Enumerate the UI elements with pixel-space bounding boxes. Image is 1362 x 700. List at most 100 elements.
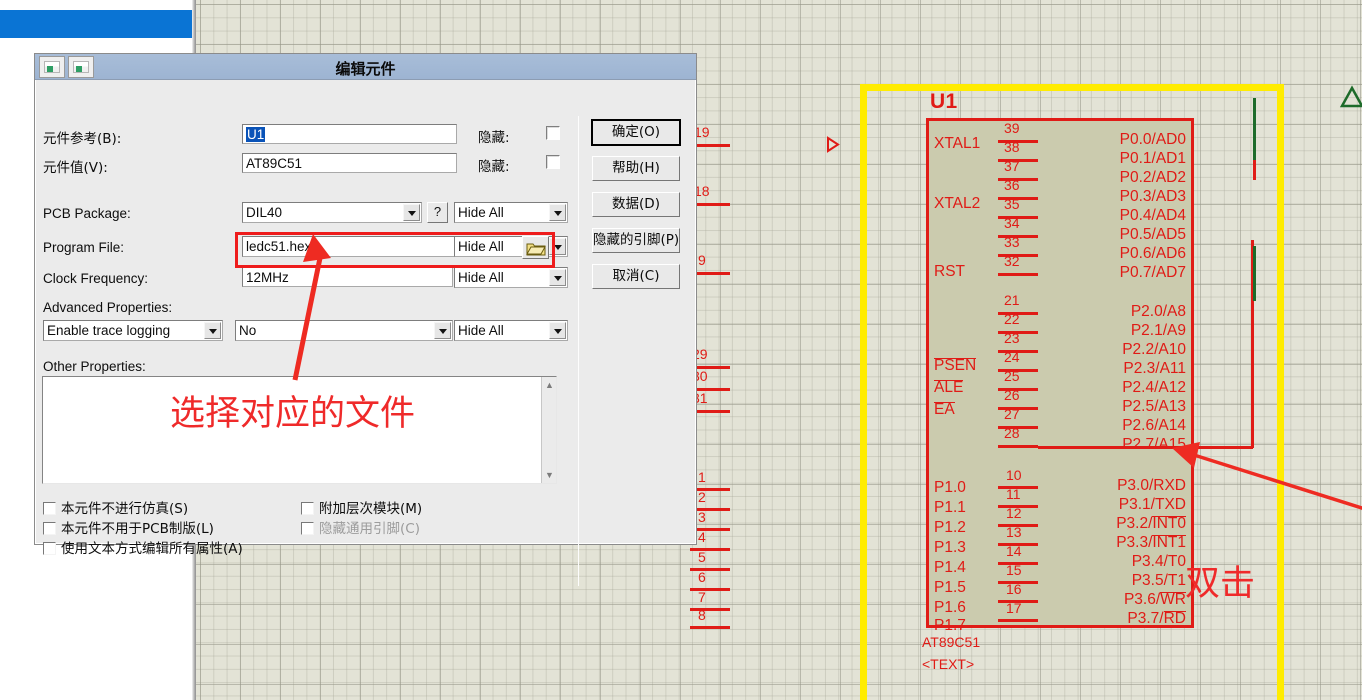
checkbox-attach-hierarchy[interactable]: [301, 502, 314, 515]
wr-overline: WR: [1160, 591, 1186, 608]
pin-number-39: 39: [1004, 120, 1020, 136]
pin-number-10: 10: [1006, 467, 1022, 483]
pin-number-15: 15: [1006, 562, 1022, 578]
other-properties-value: [43, 377, 556, 383]
pin-lead-7: [690, 608, 730, 611]
wire-resistor-top[interactable]: [1253, 160, 1256, 180]
pin-label-p04: P0.4/AD4: [1119, 207, 1186, 224]
p33-prefix: P3.3/: [1116, 534, 1153, 551]
combo-advanced-value[interactable]: No: [235, 320, 453, 341]
pin-number-28: 28: [1004, 425, 1020, 441]
dialog-body: 元件参考(B): U1 隐藏: 元件值(V): AT89C51 隐藏: PCB …: [35, 80, 696, 586]
pin-label-psen: PSEN: [934, 357, 977, 374]
pin-lead-28: [998, 445, 1038, 448]
rd-overline: RD: [1163, 610, 1186, 627]
pin-label-p00: P0.0/AD0: [1119, 131, 1186, 148]
pin-number-5: 5: [698, 549, 706, 565]
hidden-pins-button[interactable]: 隐藏的引脚(P): [592, 228, 680, 253]
pin-label-p26: P2.6/A14: [1122, 417, 1186, 434]
label-no-simulate: 本元件不进行仿真(S): [61, 501, 189, 517]
left-panel-selected-item[interactable]: [0, 10, 192, 38]
checkbox-no-pcb[interactable]: [43, 522, 56, 535]
chevron-down-icon-advanced-value[interactable]: [434, 322, 451, 339]
label-component-reference: 元件参考(B):: [43, 131, 122, 147]
ic-symbol-at89c51[interactable]: XTAL1 XTAL2 RST PSEN ALE EA P1.0 P1.1 P1…: [926, 118, 1194, 633]
wire-resistor-to-led[interactable]: [1253, 246, 1256, 301]
label-no-pcb: 本元件不用于PCB制版(L): [61, 521, 214, 537]
pin-number-21: 21: [1004, 292, 1020, 308]
pin-number-13: 13: [1006, 524, 1022, 540]
pin-label-p24: P2.4/A12: [1122, 379, 1186, 396]
input-component-value[interactable]: AT89C51: [242, 153, 457, 173]
pin-number-24: 24: [1004, 349, 1020, 365]
scroll-down-icon[interactable]: ▼: [545, 470, 554, 480]
checkbox-hide-reference[interactable]: [546, 126, 560, 140]
pin-lead-4: [690, 548, 730, 551]
pin-number-37: 37: [1004, 158, 1020, 174]
int1-overline: INT1: [1152, 534, 1186, 551]
label-hide-reference: 隐藏:: [478, 130, 510, 146]
combo-pcb-package[interactable]: DIL40: [242, 202, 422, 223]
chevron-down-icon-vis-pcb[interactable]: [549, 204, 566, 221]
pin-label-p16: P1.6: [934, 599, 966, 616]
checkbox-edit-as-text[interactable]: [43, 542, 56, 555]
pin-label-p36: P3.6/WR: [1124, 592, 1186, 607]
checkbox-hide-value[interactable]: [546, 155, 560, 169]
pin-label-p07: P0.7/AD7: [1119, 264, 1186, 281]
pin-number-2: 2: [698, 489, 706, 505]
other-properties-scrollbar[interactable]: ▲ ▼: [541, 377, 556, 483]
psen-overline: PSEN: [934, 357, 977, 374]
pin-label-p22: P2.2/A10: [1122, 341, 1186, 358]
visibility-advanced-value: Hide All: [458, 323, 504, 338]
pin-number-38: 38: [1004, 139, 1020, 155]
label-clock-frequency: Clock Frequency:: [43, 271, 149, 286]
chevron-down-icon-pcb[interactable]: [403, 204, 420, 221]
checkbox-no-simulate[interactable]: [43, 502, 56, 515]
pin-number-34: 34: [1004, 215, 1020, 231]
ale-overline: ALE: [934, 379, 964, 396]
checkbox-row-edit-as-text[interactable]: 使用文本方式编辑所有属性(A): [43, 537, 243, 557]
chevron-down-icon-advanced[interactable]: [204, 322, 221, 339]
pin-number-33: 33: [1004, 234, 1020, 250]
chevron-down-icon-vis-advanced[interactable]: [549, 322, 566, 339]
p32-prefix: P3.2/: [1116, 515, 1153, 532]
p37-prefix: P3.7/: [1127, 610, 1164, 627]
pin-number-17: 17: [1006, 600, 1022, 616]
label-other-properties: Other Properties:: [43, 359, 146, 374]
dialog-titlebar[interactable]: 编辑元件: [35, 54, 696, 80]
pin-number-11: 11: [1006, 486, 1021, 502]
scroll-up-icon[interactable]: ▲: [545, 380, 554, 390]
wire-p27-horizontal[interactable]: [1038, 446, 1253, 449]
pin-label-p35: P3.5/T1: [1131, 572, 1186, 589]
ok-button[interactable]: 确定(O): [591, 119, 681, 146]
combo-visibility-pcb[interactable]: Hide All: [454, 202, 568, 223]
pin-number-23: 23: [1004, 330, 1020, 346]
edit-component-dialog[interactable]: 编辑元件 元件参考(B): U1 隐藏: 元件值(V): AT89C51 隐藏:…: [34, 53, 697, 586]
help-question-button[interactable]: ?: [427, 202, 448, 223]
pin-label-p21: P2.1/A9: [1130, 322, 1186, 339]
data-button[interactable]: 数据(D): [592, 192, 680, 217]
advanced-value-value: No: [239, 323, 257, 338]
pin-label-p27: P2.7/A15: [1122, 436, 1186, 453]
pin-number-7: 7: [698, 589, 706, 605]
input-clock-frequency[interactable]: 12MHz: [242, 267, 453, 287]
checkbox-row-no-pcb[interactable]: 本元件不用于PCB制版(L): [43, 517, 214, 537]
combo-visibility-clock[interactable]: Hide All: [454, 267, 568, 288]
pin-number-3: 3: [698, 509, 706, 525]
pin-label-p02: P0.2/AD2: [1119, 169, 1186, 186]
pin-label-p14: P1.4: [934, 559, 966, 576]
help-button[interactable]: 帮助(H): [592, 156, 680, 181]
combo-visibility-advanced[interactable]: Hide All: [454, 320, 568, 341]
checkbox-row-no-simulate[interactable]: 本元件不进行仿真(S): [43, 497, 188, 517]
checkbox-row-attach-hierarchy[interactable]: 附加层次模块(M): [301, 497, 422, 517]
cancel-button[interactable]: 取消(C): [592, 264, 680, 289]
pin-label-p17: P1.7: [934, 617, 966, 634]
pin-label-p05: P0.5/AD5: [1119, 226, 1186, 243]
power-terminal-icon: [1339, 85, 1362, 108]
label-component-value: 元件值(V):: [43, 160, 108, 176]
chevron-down-icon-vis-clock[interactable]: [549, 269, 566, 286]
combo-advanced-name[interactable]: Enable trace logging: [43, 320, 223, 341]
pin-label-p10: P1.0: [934, 479, 966, 496]
visibility-clock-value: Hide All: [458, 270, 504, 285]
input-component-reference[interactable]: U1: [242, 124, 457, 144]
